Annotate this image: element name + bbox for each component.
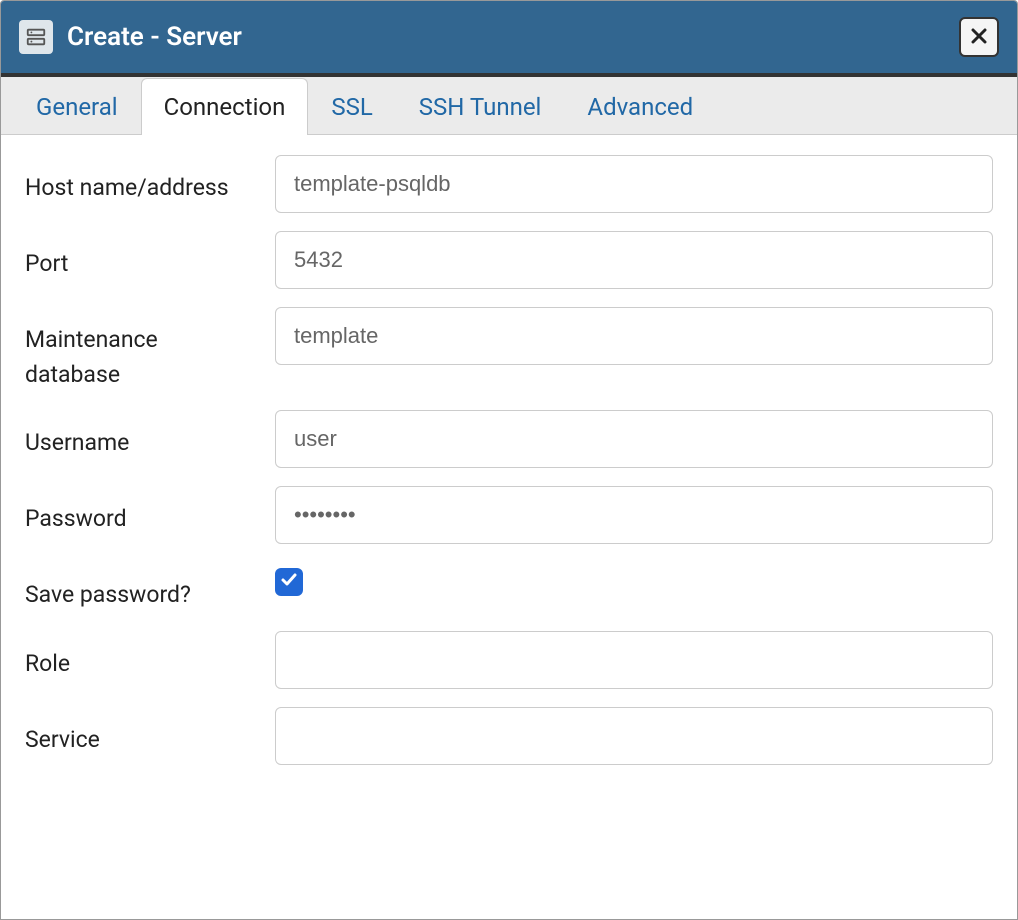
tab-bar: General Connection SSL SSH Tunnel Advanc…: [1, 77, 1017, 135]
dialog-title: Create - Server: [67, 22, 242, 52]
password-input[interactable]: [275, 486, 993, 544]
label-service: Service: [25, 707, 255, 758]
label-port: Port: [25, 231, 255, 282]
tab-general[interactable]: General: [13, 78, 141, 135]
close-icon: [971, 25, 987, 50]
title-bar: Create - Server: [1, 1, 1017, 73]
username-input[interactable]: [275, 410, 993, 468]
row-host: Host name/address: [25, 155, 993, 213]
check-icon: [280, 571, 298, 593]
label-maint-db: Maintenance database: [25, 307, 255, 392]
tab-advanced[interactable]: Advanced: [564, 78, 716, 135]
save-password-checkbox[interactable]: [275, 568, 303, 596]
server-icon: [19, 20, 53, 54]
row-save-password: Save password?: [25, 562, 993, 613]
label-role: Role: [25, 631, 255, 682]
label-username: Username: [25, 410, 255, 461]
row-role: Role: [25, 631, 993, 689]
title-left: Create - Server: [19, 20, 242, 54]
row-password: Password: [25, 486, 993, 544]
host-input[interactable]: [275, 155, 993, 213]
label-host: Host name/address: [25, 155, 255, 206]
create-server-dialog: Create - Server General Connection SSL S…: [0, 0, 1018, 920]
row-port: Port: [25, 231, 993, 289]
label-password: Password: [25, 486, 255, 537]
maint-db-input[interactable]: [275, 307, 993, 365]
tab-ssl[interactable]: SSL: [308, 78, 395, 135]
tab-content: Host name/address Port Maintenance datab…: [1, 135, 1017, 919]
tab-ssh-tunnel[interactable]: SSH Tunnel: [396, 78, 565, 135]
close-button[interactable]: [959, 17, 999, 57]
tab-connection[interactable]: Connection: [141, 78, 309, 135]
port-input[interactable]: [275, 231, 993, 289]
row-service: Service: [25, 707, 993, 765]
row-maint-db: Maintenance database: [25, 307, 993, 392]
row-username: Username: [25, 410, 993, 468]
role-input[interactable]: [275, 631, 993, 689]
service-input[interactable]: [275, 707, 993, 765]
label-save-password: Save password?: [25, 562, 255, 613]
